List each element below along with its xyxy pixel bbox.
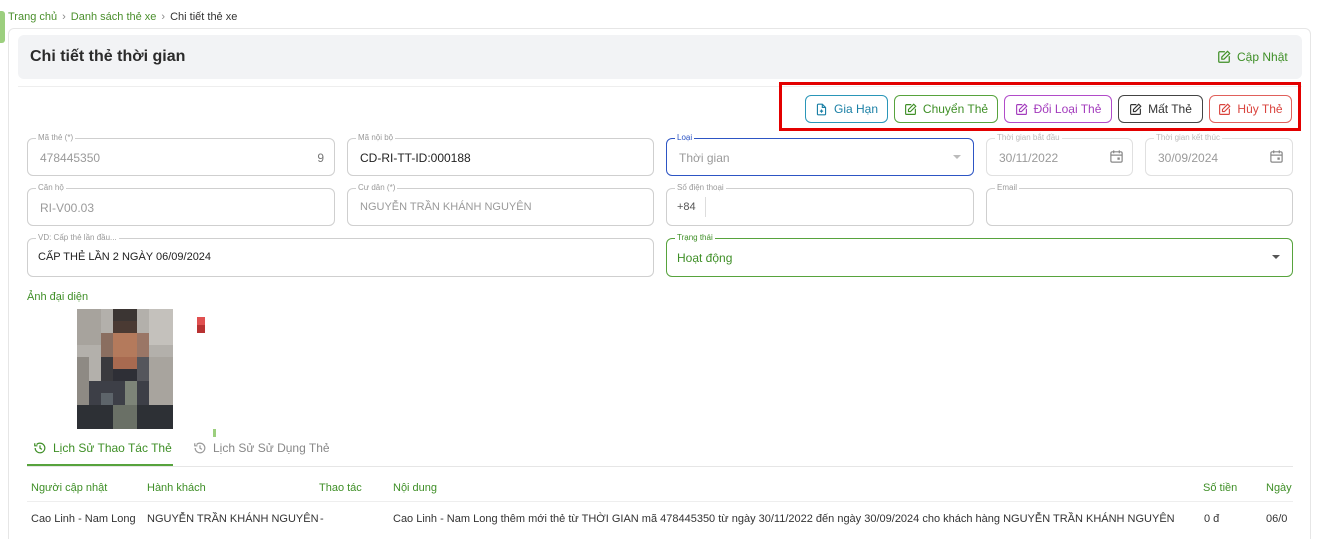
column-header-date: Ngày [1266,482,1292,494]
transfer-label: Chuyển Thẻ [922,102,989,116]
renew-label: Gia Hạn [833,102,879,116]
field-label: Mã nội bộ [356,132,396,144]
renew-button[interactable]: Gia Hạn [805,95,888,123]
cell-passenger: NGUYỄN TRẦN KHÁNH NGUYÊN [147,513,319,525]
field-suffix: 9 [317,151,324,165]
column-header-content: Nội dung [393,482,438,494]
column-header-action: Thao tác [319,482,362,494]
edit-icon [1130,102,1142,115]
field-value: NGUYỄN TRẦN KHÁNH NGUYÊN [360,201,532,213]
field-value: 30/09/2024 [1158,151,1219,165]
note-field[interactable]: VD: Cấp thẻ lần đầu... CẤP THẺ LẦN 2 NGÀ… [27,232,654,277]
edit-icon [1219,102,1232,115]
cancel-card-button[interactable]: Hủy Thẻ [1209,95,1292,123]
file-plus-icon [816,103,827,115]
field-label: Số điện thoại [675,182,726,194]
type-select[interactable]: Loại Thời gian [666,132,974,176]
field-value: CD-RI-TT-ID:000188 [360,151,471,165]
field-label: Thời gian kết thúc [1154,132,1222,144]
field-label: Loại [675,132,695,144]
field-label: Email [995,182,1020,194]
field-value: Hoạt động [677,251,733,265]
card-header [18,35,1302,79]
field-label: Mã thẻ (*) [36,132,76,144]
field-value: CẤP THẺ LẦN 2 NGÀY 06/09/2024 [38,251,212,263]
cell-date: 06/0 [1266,513,1288,525]
color-swatch [197,317,205,333]
tab-history[interactable]: Lịch Sử Thao Tác Thẻ [33,441,172,455]
email-field[interactable]: Email [986,182,1293,226]
tab-history-label: Lịch Sử Thao Tác Thẻ [53,441,172,455]
transfer-button[interactable]: Chuyển Thẻ [894,95,998,123]
cell-amount: 0 đ [1204,513,1220,525]
tab-usage-label: Lịch Sử Sử Dụng Thẻ [213,441,330,455]
column-header-passenger: Hành khách [147,482,206,494]
field-value: RI-V00.03 [40,201,95,215]
chevron-right-icon: › [62,11,66,23]
field-label: Cư dân (*) [356,182,398,194]
avatar-image[interactable] [77,309,173,429]
history-icon [194,442,206,454]
cell-action: - [320,513,324,525]
page-title: Chi tiết thẻ thời gian [30,48,186,65]
change-type-button[interactable]: Đổi Loại Thẻ [1004,95,1112,123]
lost-card-label: Mất Thẻ [1148,102,1192,116]
chevron-down-icon [953,155,961,159]
edit-icon [1015,102,1028,115]
marker [213,429,216,437]
history-icon [34,442,46,454]
change-type-label: Đổi Loại Thẻ [1033,102,1102,116]
status-select[interactable]: Trạng thái Hoạt động [666,232,1293,277]
update-button[interactable]: Cập Nhật [1217,50,1288,64]
calendar-icon[interactable] [1269,149,1284,164]
field-value: 30/11/2022 [999,151,1059,165]
card-code-field[interactable]: Mã thẻ (*) 478445350 9 [27,132,335,176]
avatar-label: Ảnh đại diện [27,291,89,303]
field-label: Trạng thái [675,232,715,244]
field-label: Thời gian bắt đầu [995,132,1062,144]
field-label: Căn hộ [36,182,66,194]
internal-code-field[interactable]: Mã nội bộ CD-RI-TT-ID:000188 [347,132,654,176]
field-value: Thời gian [679,151,730,165]
divider [27,501,1293,502]
field-value: 478445350 [40,151,101,165]
cell-updater: Cao Linh - Nam Long [31,513,136,525]
phone-field[interactable]: Số điện thoại +84 [666,182,974,226]
cell-content: Cao Linh - Nam Long thêm mới thẻ từ THỜI… [393,513,1175,525]
divider [27,466,1293,467]
column-header-amount: Số tiền [1203,482,1238,494]
start-date-field[interactable]: Thời gian bắt đầu 30/11/2022 [986,132,1133,176]
resident-field[interactable]: Cư dân (*) NGUYỄN TRẦN KHÁNH NGUYÊN [347,182,654,226]
column-header-updater: Người cập nhật [31,482,108,494]
breadcrumb-list[interactable]: Danh sách thẻ xe [71,11,157,23]
end-date-field[interactable]: Thời gian kết thúc 30/09/2024 [1145,132,1293,176]
cancel-card-label: Hủy Thẻ [1237,102,1283,116]
chevron-right-icon: › [161,11,166,23]
calendar-icon[interactable] [1109,149,1124,164]
update-label: Cập Nhật [1237,50,1288,64]
lost-card-button[interactable]: Mất Thẻ [1118,95,1203,123]
prefix-divider [705,197,706,217]
apartment-field[interactable]: Căn hộ RI-V00.03 [27,182,335,226]
side-accent [0,11,5,43]
edit-icon [904,102,917,115]
breadcrumb-current: Chi tiết thẻ xe [170,11,238,23]
edit-icon [1218,50,1231,63]
breadcrumb: Trang chủ › Danh sách thẻ xe › Chi tiết … [8,11,237,23]
tab-usage[interactable]: Lịch Sử Sử Dụng Thẻ [193,441,330,455]
field-label: VD: Cấp thẻ lần đầu... [36,232,119,244]
breadcrumb-home[interactable]: Trang chủ [8,11,57,23]
chevron-down-icon [1272,255,1280,259]
phone-prefix: +84 [677,201,696,213]
